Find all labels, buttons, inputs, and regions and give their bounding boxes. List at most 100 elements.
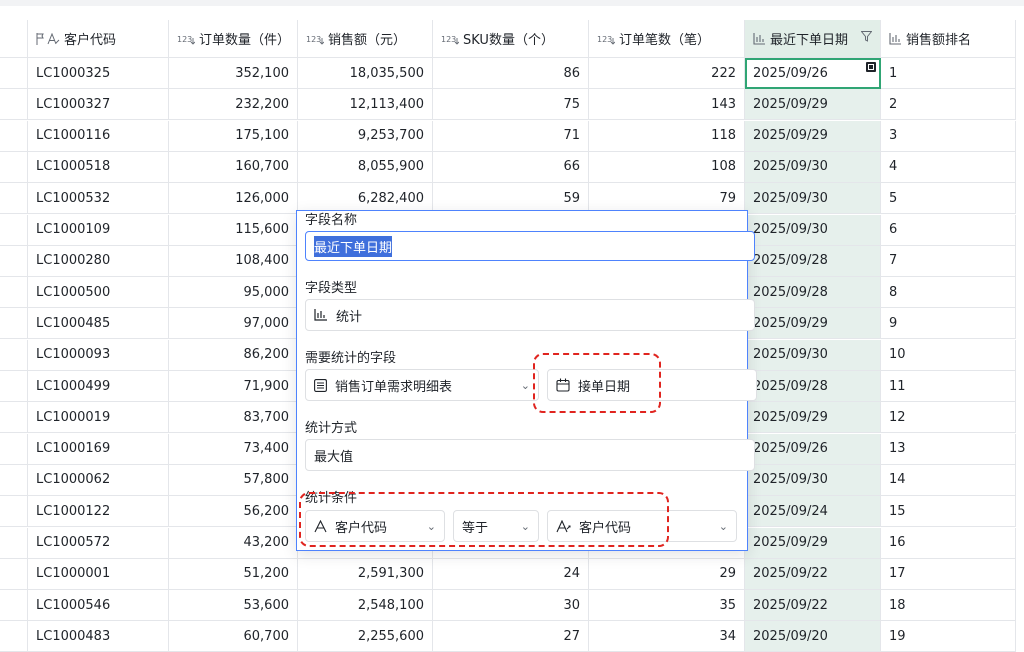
table-cell-qty[interactable]: 126,000	[169, 183, 298, 215]
table-cell-code[interactable]: LC1000019	[28, 402, 169, 434]
table-cell-qty[interactable]: 51,200	[169, 558, 298, 590]
table-cell-date[interactable]: 2025/09/28	[745, 371, 881, 402]
column-header[interactable]: 123 订单数量（件）	[169, 20, 298, 58]
table-cell-date[interactable]: 2025/09/30	[745, 214, 881, 246]
table-row[interactable]: LC1000325 352,100 18,035,500 86 222 2025/09/2…	[0, 58, 1024, 89]
table-row[interactable]: LC1000001 51,200 2,591,300 24 29 2025/09/22 17	[0, 558, 1024, 590]
table-cell-sku[interactable]: 71	[433, 120, 589, 152]
table-cell-code[interactable]: LC1000483	[28, 621, 169, 652]
table-row[interactable]: LC1000327 232,200 12,113,400 75 143 2025/09/2…	[0, 89, 1024, 121]
field-type-select[interactable]: 统计	[305, 299, 755, 331]
table-cell-date[interactable]: 2025/09/30	[745, 339, 881, 371]
table-cell-qty[interactable]: 97,000	[169, 308, 298, 340]
table-cell-rank[interactable]: 15	[881, 496, 1016, 528]
table-cell-rank[interactable]: 19	[881, 621, 1016, 652]
table-cell-code[interactable]: LC1000572	[28, 527, 169, 559]
expand-icon[interactable]	[866, 62, 876, 72]
source-table-select[interactable]: 销售订单需求明细表 ⌄	[305, 369, 539, 401]
table-cell-qty[interactable]: 83,700	[169, 402, 298, 434]
table-cell-date[interactable]: 2025/09/24	[745, 496, 881, 528]
method-select[interactable]: 最大值	[305, 439, 755, 471]
table-cell-qty[interactable]: 175,100	[169, 120, 298, 152]
table-cell-orders[interactable]: 118	[589, 120, 745, 152]
column-header[interactable]: 123 销售额（元）	[298, 20, 433, 58]
table-cell-rank[interactable]: 5	[881, 183, 1016, 215]
table-cell-sku[interactable]: 27	[433, 621, 589, 652]
table-cell-date[interactable]: 2025/09/28	[745, 277, 881, 309]
table-cell-qty[interactable]: 73,400	[169, 433, 298, 465]
table-cell-rank[interactable]: 18	[881, 590, 1016, 622]
table-cell-qty[interactable]: 86,200	[169, 339, 298, 371]
table-cell-code[interactable]: LC1000325	[28, 58, 169, 89]
table-cell-date[interactable]: 2025/09/29	[745, 120, 881, 152]
table-cell-qty[interactable]: 56,200	[169, 496, 298, 528]
table-cell-sales[interactable]: 18,035,500	[298, 58, 433, 89]
table-cell-date[interactable]: 2025/09/30	[745, 464, 881, 496]
table-cell-date[interactable]: 2025/09/26	[745, 433, 881, 465]
filter-icon[interactable]	[860, 31, 873, 46]
table-cell-qty[interactable]: 95,000	[169, 277, 298, 309]
table-row[interactable]: LC1000546 53,600 2,548,100 30 35 2025/09/22 18	[0, 590, 1024, 622]
table-cell-rank[interactable]: 3	[881, 120, 1016, 152]
table-cell-sales[interactable]: 9,253,700	[298, 120, 433, 152]
table-cell-orders[interactable]: 35	[589, 590, 745, 622]
table-cell-rank[interactable]: 12	[881, 402, 1016, 434]
table-cell-code[interactable]: LC1000122	[28, 496, 169, 528]
table-cell-date[interactable]: 2025/09/22	[745, 558, 881, 590]
table-cell-rank[interactable]: 1	[881, 58, 1016, 89]
table-cell-qty[interactable]: 53,600	[169, 590, 298, 622]
table-cell-orders[interactable]: 143	[589, 89, 745, 121]
table-cell-orders[interactable]: 108	[589, 151, 745, 183]
table-cell-qty[interactable]: 71,900	[169, 371, 298, 402]
table-cell-rank[interactable]: 13	[881, 433, 1016, 465]
column-header[interactable]: 123 SKU数量（个）	[433, 20, 589, 58]
table-cell-date[interactable]: 2025/09/29	[745, 527, 881, 559]
column-header[interactable]: 客户代码	[28, 20, 169, 58]
table-cell-code[interactable]: LC1000001	[28, 558, 169, 590]
table-row[interactable]: LC1000116 175,100 9,253,700 71 118 2025/09/29…	[0, 120, 1024, 152]
column-header[interactable]: 最近下单日期	[745, 20, 881, 58]
table-cell-sales[interactable]: 8,055,900	[298, 151, 433, 183]
table-cell-rank[interactable]: 2	[881, 89, 1016, 121]
table-cell-code[interactable]: LC1000116	[28, 120, 169, 152]
table-cell-date[interactable]: 2025/09/26	[745, 58, 881, 89]
table-cell-rank[interactable]: 7	[881, 245, 1016, 277]
table-cell-rank[interactable]: 8	[881, 277, 1016, 309]
table-cell-code[interactable]: LC1000169	[28, 433, 169, 465]
table-cell-date[interactable]: 2025/09/22	[745, 590, 881, 622]
table-cell-qty[interactable]: 160,700	[169, 151, 298, 183]
table-cell-rank[interactable]: 14	[881, 464, 1016, 496]
table-cell-rank[interactable]: 10	[881, 339, 1016, 371]
table-cell-code[interactable]: LC1000109	[28, 214, 169, 246]
table-row[interactable]: LC1000518 160,700 8,055,900 66 108 2025/09/30…	[0, 151, 1024, 183]
table-cell-code[interactable]: LC1000546	[28, 590, 169, 622]
table-cell-code[interactable]: LC1000532	[28, 183, 169, 215]
table-cell-qty[interactable]: 232,200	[169, 89, 298, 121]
table-cell-rank[interactable]: 11	[881, 371, 1016, 402]
table-cell-qty[interactable]: 352,100	[169, 58, 298, 89]
table-cell-date[interactable]: 2025/09/29	[745, 402, 881, 434]
table-cell-rank[interactable]: 4	[881, 151, 1016, 183]
table-cell-date[interactable]: 2025/09/30	[745, 183, 881, 215]
table-cell-date[interactable]: 2025/09/30	[745, 151, 881, 183]
table-cell-code[interactable]: LC1000499	[28, 371, 169, 402]
table-cell-sales[interactable]: 12,113,400	[298, 89, 433, 121]
table-cell-orders[interactable]: 34	[589, 621, 745, 652]
table-cell-rank[interactable]: 9	[881, 308, 1016, 340]
field-name-input[interactable]: 最近下单日期	[305, 231, 755, 261]
table-cell-qty[interactable]: 108,400	[169, 245, 298, 277]
table-cell-code[interactable]: LC1000518	[28, 151, 169, 183]
table-cell-qty[interactable]: 43,200	[169, 527, 298, 559]
table-row[interactable]: LC1000483 60,700 2,255,600 27 34 2025/09/20 19	[0, 621, 1024, 652]
table-cell-qty[interactable]: 60,700	[169, 621, 298, 652]
table-cell-sales[interactable]: 2,591,300	[298, 558, 433, 590]
table-cell-orders[interactable]: 222	[589, 58, 745, 89]
table-cell-code[interactable]: LC1000500	[28, 277, 169, 309]
table-cell-date[interactable]: 2025/09/29	[745, 308, 881, 340]
table-cell-code[interactable]: LC1000280	[28, 245, 169, 277]
table-cell-date[interactable]: 2025/09/28	[745, 245, 881, 277]
column-header[interactable]: 123 订单笔数（笔）	[589, 20, 745, 58]
table-cell-code[interactable]: LC1000327	[28, 89, 169, 121]
table-cell-sku[interactable]: 30	[433, 590, 589, 622]
table-cell-sku[interactable]: 86	[433, 58, 589, 89]
